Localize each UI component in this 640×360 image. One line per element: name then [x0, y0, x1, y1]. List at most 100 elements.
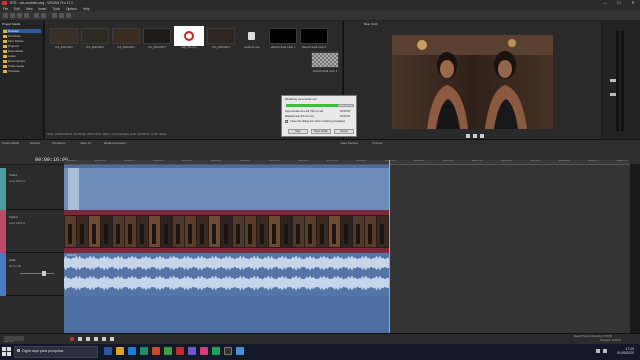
track-name: Track 1 — [9, 174, 18, 177]
ruler-tick-label: 00:00:03;29 — [124, 160, 135, 162]
tree-item[interactable]: Projetos — [3, 44, 41, 48]
network-tray-icon[interactable] — [603, 349, 607, 353]
tab-media-generators[interactable]: Media Generators — [104, 141, 126, 145]
menu-tools[interactable]: Tools — [52, 7, 59, 11]
approx-time-value: 00:00:06 — [340, 110, 351, 113]
track-header-audio[interactable]: Audio Vol: 0,0 dB — [0, 253, 64, 296]
track-color-bar — [0, 253, 6, 296]
explorer-address[interactable]: Project Media — [2, 22, 20, 26]
media-thumbnail[interactable] — [50, 28, 78, 44]
save-icon[interactable] — [17, 13, 22, 18]
app-icon[interactable] — [152, 347, 160, 355]
menu-help[interactable]: Help — [83, 7, 90, 11]
video-track-2-event[interactable] — [64, 210, 390, 253]
master-volume-slider[interactable] — [610, 93, 616, 96]
preview-pause-icon[interactable] — [473, 134, 477, 138]
vegas-taskbar-icon[interactable] — [224, 347, 232, 355]
app-icon[interactable] — [188, 347, 196, 355]
volume-slider-track[interactable] — [20, 273, 54, 274]
elapsed-time-label: Elapsed time (hh:mm:ss): — [285, 115, 315, 118]
media-thumbnail[interactable] — [300, 28, 328, 44]
undo-icon[interactable] — [34, 13, 39, 18]
search-icon — [17, 349, 20, 352]
menu-options[interactable]: Options — [66, 7, 77, 11]
video-track-1-event[interactable] — [64, 168, 390, 210]
menu-edit[interactable]: Edit — [14, 7, 20, 11]
app-icon[interactable] — [236, 347, 244, 355]
media-thumbnail[interactable] — [238, 28, 266, 44]
windows-start-icon[interactable] — [2, 347, 11, 356]
file-explorer-icon[interactable] — [116, 347, 124, 355]
ruler-tick-label: 00:00:19;29 — [356, 160, 367, 162]
tab-video-preview[interactable]: Video Preview — [340, 141, 358, 145]
app-icon[interactable] — [200, 347, 208, 355]
tree-item[interactable]: Vinhetas — [3, 69, 41, 73]
media-thumbnail[interactable] — [207, 28, 235, 44]
tab-explorer[interactable]: Explorer — [30, 141, 40, 145]
tab-project-media[interactable]: Project Media — [2, 141, 19, 145]
tree-item[interactable]: Desktop — [3, 29, 41, 33]
audio-clip-label: Audio 01 — [67, 254, 77, 257]
app-icon[interactable] — [164, 347, 172, 355]
preview-frame — [392, 35, 553, 129]
app-icon[interactable] — [212, 347, 220, 355]
tree-item[interactable]: Documentos — [3, 59, 41, 63]
new-project-icon[interactable] — [3, 13, 8, 18]
playhead-cursor[interactable] — [389, 160, 390, 333]
menu-file[interactable]: File — [3, 7, 8, 11]
play-icon[interactable] — [94, 337, 98, 341]
open-icon[interactable] — [10, 13, 15, 18]
tab-video-fx[interactable]: Video FX — [80, 141, 91, 145]
render-icon[interactable] — [24, 13, 29, 18]
volume-tray-icon[interactable] — [596, 349, 600, 353]
tab-transitions[interactable]: Transitions — [52, 141, 66, 145]
media-thumbnail[interactable] — [143, 28, 171, 44]
cancel-button[interactable]: Cancel — [334, 129, 354, 134]
media-thumbnail[interactable] — [311, 52, 339, 68]
media-label: Audio 01.wav — [244, 46, 260, 49]
preview-quality[interactable]: Best (Full) — [364, 22, 378, 26]
open-button[interactable]: Open — [288, 129, 308, 134]
edge-icon[interactable] — [128, 347, 136, 355]
master-volume-slider[interactable] — [610, 79, 616, 82]
store-icon[interactable] — [140, 347, 148, 355]
tree-item[interactable]: OneDrive — [3, 34, 41, 38]
play-from-start-icon[interactable] — [86, 337, 90, 341]
track-headers: Track 1 Level: 100,0 % Track 2 Level: 10… — [0, 165, 64, 333]
redo-icon[interactable] — [41, 13, 46, 18]
media-thumbnail[interactable] — [112, 28, 140, 44]
tree-item[interactable]: Intro Dados — [3, 39, 41, 43]
menu-insert[interactable]: Insert — [39, 7, 47, 11]
cut-icon[interactable] — [52, 13, 57, 18]
pause-icon[interactable] — [102, 337, 106, 341]
audio-waveform — [64, 255, 390, 291]
volume-slider-thumb[interactable] — [42, 271, 46, 276]
media-thumbnail[interactable] — [81, 28, 109, 44]
app-icon[interactable] — [176, 347, 184, 355]
track-header-video-1[interactable]: Track 1 Level: 100,0 % — [0, 168, 64, 210]
stop-icon[interactable] — [110, 337, 114, 341]
menu-view[interactable]: View — [26, 7, 33, 11]
track-header-video-2[interactable]: Track 2 Level: 100,0 % — [0, 210, 64, 253]
audio-event[interactable]: Audio 01 — [64, 253, 390, 296]
tree-item[interactable]: Aulas — [3, 54, 41, 58]
media-thumbnail[interactable] — [269, 28, 297, 44]
paste-icon[interactable] — [66, 13, 71, 18]
preview-stop-icon[interactable] — [480, 134, 484, 138]
meter-left — [616, 31, 619, 131]
media-thumbnail-selected[interactable] — [174, 26, 204, 46]
close-when-done-checkbox[interactable] — [285, 120, 288, 123]
ruler-tick-label: 00:00:25;29 — [443, 160, 454, 162]
logo-event[interactable] — [68, 168, 79, 210]
loop-icon[interactable] — [78, 337, 82, 341]
tree-item[interactable]: Vídeo Aulas — [3, 64, 41, 68]
tree-item[interactable]: Exportados — [3, 49, 41, 53]
record-icon[interactable] — [70, 337, 74, 341]
copy-icon[interactable] — [59, 13, 64, 18]
track-name: Track 2 — [9, 216, 18, 219]
task-view-icon[interactable] — [104, 347, 112, 355]
taskbar-clock[interactable]: 17:25 01/09/2020 — [612, 347, 634, 355]
preview-play-icon[interactable] — [466, 134, 470, 138]
tab-trimmer[interactable]: Trimmer — [372, 141, 382, 145]
open-folder-button[interactable]: Open Folder — [311, 129, 331, 134]
